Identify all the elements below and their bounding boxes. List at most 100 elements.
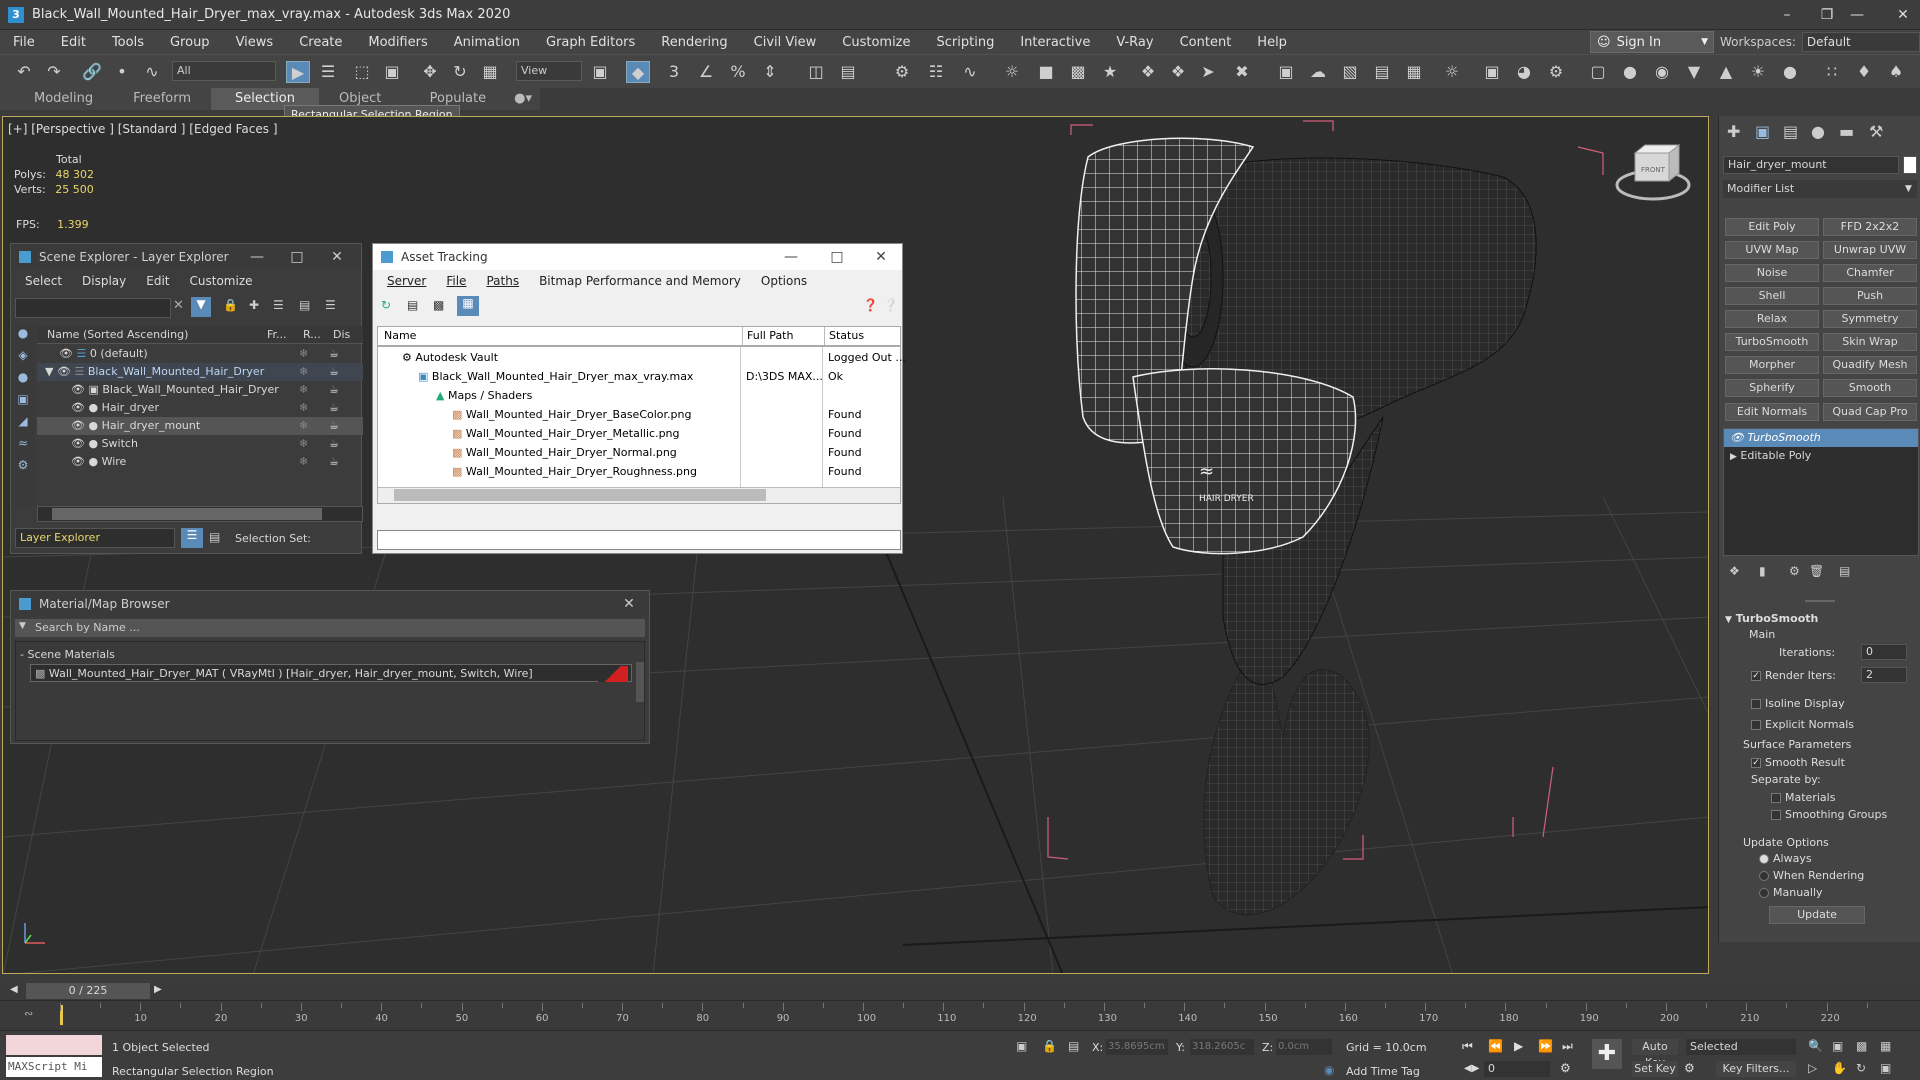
go-to-start-icon[interactable]: ⏮	[1462, 1039, 1473, 1054]
vray-light-icon[interactable]: ☼	[1440, 61, 1464, 83]
field-of-view-icon[interactable]: ▷	[1808, 1061, 1817, 1075]
update-button[interactable]: Update	[1769, 906, 1865, 924]
isoline-display-checkbox[interactable]: Isoline Display	[1751, 697, 1845, 710]
material-browser-titlebar[interactable]: Material/Map Browser ✕	[11, 591, 649, 617]
selection-filter-dropdown[interactable]: All	[172, 61, 276, 81]
ffd-button[interactable]: FFD 2x2x2	[1823, 218, 1917, 236]
list-item[interactable]: 👁 ● Hair_dryer ❄ ☕	[37, 399, 363, 417]
vray-proxy-icon[interactable]: ⚙	[1544, 61, 1568, 83]
push-button[interactable]: Push	[1823, 287, 1917, 305]
y-coordinate-field[interactable]: 318.2605c	[1190, 1039, 1254, 1055]
time-tag-icon[interactable]: ◉	[1324, 1063, 1334, 1077]
minimize-window-button[interactable]: –	[1770, 0, 1804, 30]
maxscript-input[interactable]: MAXScript Mi	[6, 1057, 102, 1077]
bind-space-warp-icon[interactable]: ∿	[140, 61, 164, 83]
x-coordinate-field[interactable]: 35.8695cm	[1106, 1039, 1168, 1055]
stack-item-turbosmooth[interactable]: 👁 TurboSmooth	[1724, 429, 1918, 447]
tab-freeform[interactable]: Freeform	[113, 88, 211, 110]
vray-fur-icon[interactable]: ●	[1618, 61, 1642, 83]
vray-arrow-icon[interactable]: ➤	[1196, 61, 1220, 83]
display-tab-icon[interactable]: ▬	[1839, 122, 1854, 141]
quadify-mesh-button[interactable]: Quadify Mesh	[1823, 356, 1917, 374]
menu-modifiers[interactable]: Modifiers	[355, 35, 440, 50]
select-by-name-icon[interactable]: ☰	[316, 61, 340, 83]
viewport-label[interactable]: [+] [Perspective ] [Standard ] [Edged Fa…	[8, 122, 278, 136]
scene-materials-header[interactable]: - Scene Materials	[20, 646, 620, 664]
ribbon-options-icon[interactable]: ●▾	[506, 88, 540, 110]
menu-file[interactable]: File	[436, 274, 476, 288]
minimize-button[interactable]: —	[237, 244, 277, 270]
menu-server[interactable]: Server	[377, 274, 436, 288]
vertical-scrollbar[interactable]	[636, 662, 644, 702]
redo-icon[interactable]: ↷	[42, 61, 66, 83]
context-help-icon[interactable]: ❔	[883, 298, 898, 312]
previous-key-icon[interactable]: ⏪	[1488, 1039, 1503, 1053]
chevron-down-icon[interactable]: ▼	[19, 621, 26, 631]
window-crossing-icon[interactable]: ▣	[380, 61, 404, 83]
render-icon[interactable]: ★	[1098, 61, 1122, 83]
asset-status-field[interactable]	[377, 530, 901, 550]
utilities-tab-icon[interactable]: ⚒	[1869, 122, 1883, 141]
object-name-field[interactable]: Hair_dryer_mount	[1723, 156, 1899, 174]
vray-sphere-icon[interactable]: ❖	[1166, 61, 1190, 83]
align-icon[interactable]: ▤	[836, 61, 860, 83]
key-filters-button[interactable]: Key Filters...	[1716, 1061, 1796, 1077]
scene-explorer-icon[interactable]: ⚙	[890, 61, 914, 83]
smoothing-groups-checkbox[interactable]: Smoothing Groups	[1771, 808, 1887, 821]
menu-file[interactable]: File	[0, 35, 48, 50]
orbit-icon[interactable]: ↻	[1856, 1061, 1866, 1075]
col-display[interactable]: Dis	[333, 326, 350, 344]
workspaces-dropdown[interactable]: Default	[1801, 32, 1920, 52]
previous-frame-icon[interactable]: ◀	[10, 984, 18, 995]
vray-particle-icon[interactable]: ∷	[1820, 61, 1844, 83]
z-coordinate-field[interactable]: 0.0cm	[1276, 1039, 1332, 1055]
zoom-all-icon[interactable]: ▣	[1832, 1039, 1843, 1053]
chamfer-button[interactable]: Chamfer	[1823, 264, 1917, 282]
add-time-tag[interactable]: Add Time Tag	[1346, 1065, 1420, 1078]
menu-animation[interactable]: Animation	[441, 35, 533, 50]
maxscript-listener-top[interactable]	[6, 1035, 102, 1055]
add-layer-icon[interactable]: ✚	[249, 298, 259, 312]
vray-cloud-icon[interactable]: ☁	[1306, 61, 1330, 83]
relax-button[interactable]: Relax	[1725, 310, 1819, 328]
edit-normals-button[interactable]: Edit Normals	[1725, 403, 1819, 421]
go-to-end-icon[interactable]: ⏭	[1562, 1039, 1573, 1054]
always-radio[interactable]: Always	[1759, 852, 1812, 865]
percent-snap-icon[interactable]: %	[726, 61, 750, 83]
next-key-icon[interactable]: ⏩	[1538, 1039, 1553, 1053]
angle-snap-icon[interactable]: ∠	[694, 61, 718, 83]
modifier-list-dropdown[interactable]: Modifier List	[1723, 180, 1917, 198]
play-icon[interactable]: ▶	[1514, 1039, 1523, 1053]
track-bar[interactable]: ∾ 10 20 30 40 50 60 70 80 90 100 110 120 130 140 150 16…	[0, 1000, 1920, 1030]
manually-radio[interactable]: Manually	[1759, 886, 1823, 899]
edit-poly-button[interactable]: Edit Poly	[1725, 218, 1819, 236]
close-button[interactable]: ✕	[317, 244, 357, 270]
menu-views[interactable]: Views	[223, 35, 287, 50]
list-item[interactable]: ▼ 👁 ☰ Black_Wall_Mounted_Hair_Dryer ❄ ☕	[37, 363, 363, 381]
auto-key-button[interactable]: Auto Key	[1632, 1039, 1678, 1069]
scale-icon[interactable]: ▦	[478, 61, 502, 83]
vray-sun-icon[interactable]: ▲	[1714, 61, 1738, 83]
material-search-input[interactable]: Search by Name ...	[15, 619, 645, 637]
geometry-icon[interactable]: ●	[11, 326, 35, 348]
curve-editor-toggle-icon[interactable]: ∾	[24, 1007, 33, 1020]
layers-icon[interactable]: ☰	[273, 298, 284, 312]
restore-button[interactable]: ❐	[1812, 0, 1842, 30]
refresh-icon[interactable]: ↻	[381, 298, 391, 312]
pan-icon[interactable]: ✋	[1832, 1061, 1847, 1075]
lock-icon[interactable]: 🔒	[223, 298, 238, 312]
zoom-extents-all-icon[interactable]: ▦	[1880, 1039, 1891, 1053]
panel-divider[interactable]	[1805, 600, 1835, 602]
isolate-selection-icon[interactable]: ▣	[1016, 1039, 1027, 1053]
menu-bitmap-performance[interactable]: Bitmap Performance and Memory	[529, 274, 751, 288]
menu-civil-view[interactable]: Civil View	[741, 35, 830, 50]
tab-modeling[interactable]: Modeling	[0, 88, 113, 110]
list-item[interactable]: 👁 ☰ 0 (default) ❄ ☕	[37, 345, 363, 363]
col-full-path[interactable]: Full Path	[742, 327, 793, 345]
curve-editor-icon[interactable]: ∿	[958, 61, 982, 83]
sun-icon[interactable]: ☀	[1746, 61, 1770, 83]
menu-rendering[interactable]: Rendering	[648, 35, 740, 50]
shell-button[interactable]: Shell	[1725, 287, 1819, 305]
absolute-mode-icon[interactable]: ▤	[1068, 1039, 1079, 1053]
move-icon[interactable]: ✥	[418, 61, 442, 83]
